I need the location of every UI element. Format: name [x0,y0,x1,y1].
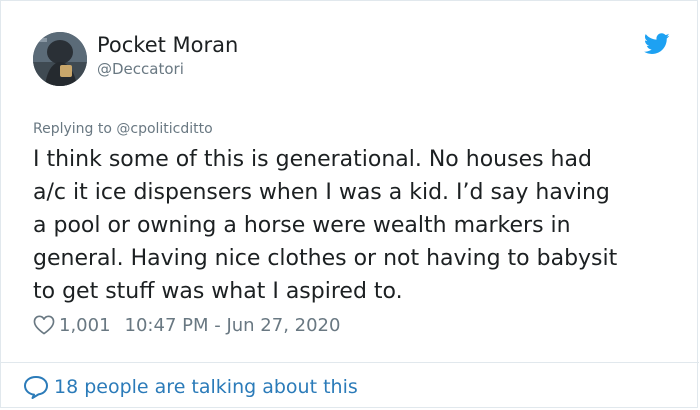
tweet-meta: 1,001 10:47 PM - Jun 27, 2020 [33,312,340,338]
avatar-photo [33,32,87,86]
author-handle[interactable]: @Deccatori [97,59,184,79]
tweet-text-line: general. Having nice clothes or not havi… [33,246,618,271]
heart-icon[interactable] [33,315,55,335]
tweet-timestamp[interactable]: 10:47 PM - Jun 27, 2020 [125,315,341,336]
speech-bubble-icon [24,376,48,399]
tweet-text-line: a pool or owning a horse were wealth mar… [33,213,571,238]
tweet-text: I think some of this is generational. No… [33,143,683,308]
reply-context[interactable]: Replying to @cpoliticditto [33,119,213,139]
author-display-name[interactable]: Pocket Moran [97,32,238,58]
twitter-bird-icon[interactable] [644,33,670,55]
tweet-text-line: I think some of this is generational. No… [33,147,592,172]
conversation-label[interactable]: 18 people are talking about this [54,376,358,398]
tweet-text-line: a/c it ice dispensers when I was a kid. … [33,180,610,205]
conversation-link[interactable]: 18 people are talking about this [23,373,358,401]
tweet-card: Pocket Moran @Deccatori Replying to @cpo… [0,0,699,408]
like-count[interactable]: 1,001 [59,315,111,336]
tweet-text-line: to get stuff was what I aspired to. [33,279,403,304]
avatar[interactable] [33,32,87,86]
footer-divider [1,362,699,363]
